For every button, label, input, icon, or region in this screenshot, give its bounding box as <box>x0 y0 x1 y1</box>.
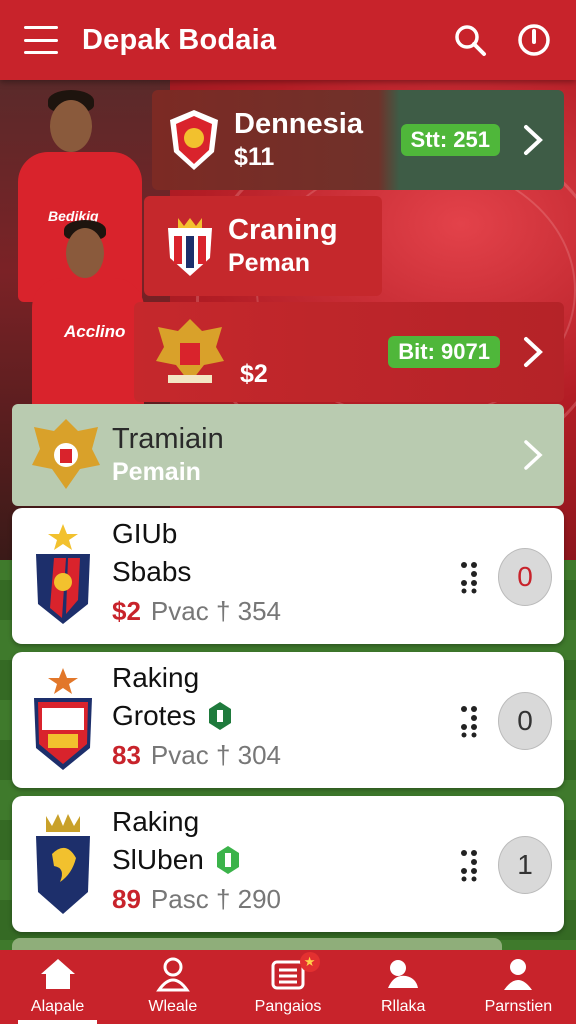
club-crest-icon <box>170 110 218 170</box>
club-name-line2: Sbabs <box>112 556 191 588</box>
club-detail: Pvac † 354 <box>150 596 282 626</box>
garuda-crest-icon <box>156 319 224 383</box>
club-list-card[interactable]: Raking SlUben 89 Pasc † 290 1 <box>12 796 564 932</box>
garuda-crest-icon <box>32 419 100 489</box>
club-name-line2: SlUben <box>112 844 240 876</box>
nav-label: Rllaka <box>380 998 426 1015</box>
verified-badge-icon <box>216 846 239 874</box>
active-indicator <box>18 1020 98 1024</box>
club-name-line1: Raking <box>112 662 200 693</box>
club-crest-icon <box>36 524 90 624</box>
club-crest-icon <box>168 218 212 276</box>
featured-card-craning[interactable]: Craning Peman <box>144 196 382 296</box>
more-options-icon[interactable] <box>458 848 482 882</box>
club-crest-icon <box>34 668 92 770</box>
count-value: 0 <box>517 705 533 736</box>
notification-badge: ★ <box>299 952 320 972</box>
more-options-icon[interactable] <box>458 704 482 738</box>
profile-icon <box>504 959 533 990</box>
player-image: Acclino <box>22 220 152 420</box>
verified-badge-icon <box>209 702 232 730</box>
club-name-line2-text: Grotes <box>112 700 197 731</box>
nav-item-parnstien[interactable]: Parnstien <box>461 950 576 1024</box>
club-stats: 89 Pasc † 290 <box>112 884 281 915</box>
search-icon[interactable] <box>452 22 488 58</box>
nav-item-alapale[interactable]: Alapale <box>0 950 115 1024</box>
card-title: Craning <box>228 214 338 246</box>
app-bar: Depak Bodaia <box>0 0 576 80</box>
count-value: 1 <box>517 849 533 880</box>
chevron-right-icon[interactable] <box>522 438 544 472</box>
card-title: Dennesia <box>234 108 363 140</box>
home-icon <box>40 959 75 989</box>
bottom-navigation: Alapale Wleale Pangaios ★ Rllaka Parnsti… <box>0 950 576 1024</box>
club-name-line2-text: SlUben <box>112 844 204 875</box>
hamburger-icon[interactable] <box>24 26 58 54</box>
nav-label: Alapale <box>30 998 85 1015</box>
more-options-icon[interactable] <box>458 560 482 594</box>
nav-item-pangaios[interactable]: Pangaios ★ <box>230 950 345 1024</box>
club-amount: 89 <box>112 884 141 914</box>
count-badge: 0 <box>498 548 552 606</box>
club-amount: 83 <box>112 740 141 770</box>
chevron-right-icon[interactable] <box>522 123 544 157</box>
app-title: Depak Bodaia <box>82 23 277 56</box>
club-name-line2-text: Sbabs <box>112 556 192 587</box>
featured-card-dennesia[interactable]: Dennesia $11 Stt: 251 <box>152 90 564 190</box>
card-price: $11 <box>234 143 275 171</box>
club-stats: $2 Pvac † 354 <box>112 596 281 627</box>
club-list-card[interactable]: GIUb Sbabs $2 Pvac † 354 0 <box>12 508 564 644</box>
nav-label: Parnstien <box>484 998 553 1015</box>
nav-label: Pangaios <box>254 998 322 1015</box>
club-crest-icon <box>36 814 90 914</box>
card-subtitle: Pemain <box>112 458 201 486</box>
club-amount: $2 <box>112 596 141 626</box>
nav-label: Wleale <box>148 998 198 1015</box>
club-name-line1: GIUb <box>112 518 178 549</box>
nav-item-rllaka[interactable]: Rllaka <box>346 950 461 1024</box>
stat-pill: Bit: 9071 <box>388 336 500 368</box>
card-price: $2 <box>240 359 268 388</box>
stat-pill: Stt: 251 <box>400 124 500 156</box>
count-value: 0 <box>517 561 533 592</box>
power-icon[interactable] <box>516 22 552 58</box>
user-icon <box>155 957 190 992</box>
card-title: Tramiain <box>112 423 224 455</box>
club-detail: Pasc † 290 <box>150 884 282 914</box>
count-badge: 1 <box>498 836 552 894</box>
club-list-card[interactable]: Raking Grotes 83 Pvac † 304 0 <box>12 652 564 788</box>
club-stats: 83 Pvac † 304 <box>112 740 281 771</box>
club-name-line2: Grotes <box>112 700 232 732</box>
nav-item-wleale[interactable]: Wleale <box>115 950 230 1024</box>
count-badge: 0 <box>498 692 552 750</box>
chevron-right-icon[interactable] <box>522 335 544 369</box>
club-detail: Pvac † 304 <box>150 740 282 770</box>
club-name-line1: Raking <box>112 806 200 837</box>
ball-icon <box>388 960 419 988</box>
sponsor-text: Acclino <box>64 322 126 341</box>
featured-card-garuda[interactable]: $2 Bit: 9071 <box>134 302 564 402</box>
featured-card-tramiain[interactable]: Tramiain Pemain <box>12 404 564 506</box>
card-subtitle: Peman <box>228 249 310 277</box>
